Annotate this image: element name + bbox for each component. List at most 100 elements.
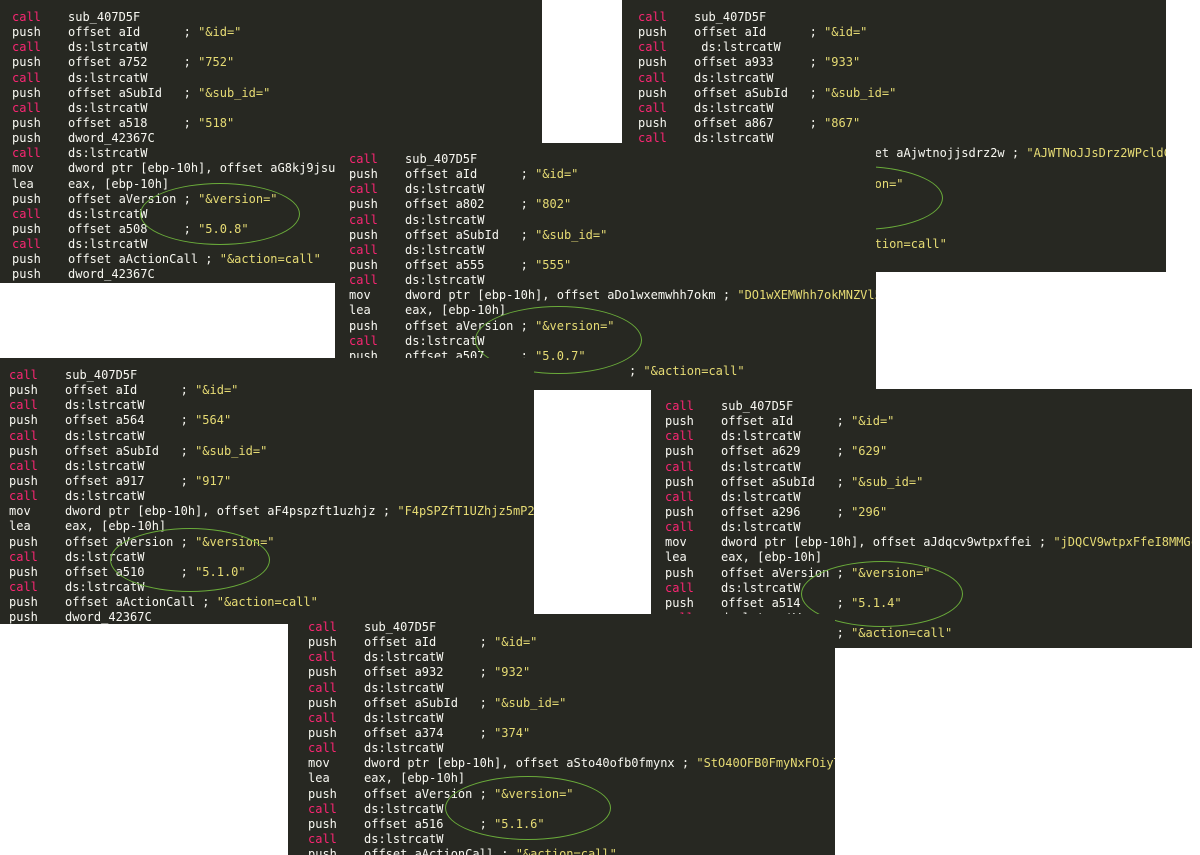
instruction-mnemonic: call [349,242,378,257]
code-line: call ds:lstrcatW [665,490,1192,505]
string-comment: "555" [535,257,572,272]
instruction-mnemonic: call [308,620,337,634]
instruction-mnemonic: push [12,191,41,206]
instruction-operand: offset a514 ; "5.1.4" [721,596,902,611]
code-line: call ds:lstrcatW [349,213,876,228]
string-comment: "&id=" [824,25,868,40]
operand-text: ds:lstrcatW [405,182,485,197]
code-line: lea eax, [ebp-10h] [308,771,835,786]
operand-text: offset a802 ; [405,197,528,212]
disassembly-listing: call sub_407D5F push offset aId ; "&id=" cal… [9,368,534,624]
operand-text: ds:lstrcatW [65,549,145,564]
string-comment: "&version=" [198,191,278,206]
instruction-mnemonic: call [12,237,41,252]
operand-text: offset a629 ; [721,444,844,459]
instruction-operand: ds:lstrcatW [405,273,484,288]
instruction-mnemonic: call [665,459,694,474]
operand-text: eax, [ebp-10h] [364,771,466,786]
operand-text: ds:lstrcatW [721,520,801,535]
instruction-mnemonic: mov [12,161,34,176]
operand-text: offset aSubId ; [364,695,487,710]
code-line: call ds:lstrcatW [665,429,1192,444]
instruction-mnemonic: call [9,368,38,382]
instruction-operand: ds:lstrcatW [364,832,443,847]
code-panel-3: call sub_407D5F push offset aId ; "&id=" cal… [335,143,876,390]
instruction-mnemonic: call [12,70,41,85]
instruction-operand: offset a629 ; "629" [721,444,887,459]
instruction-operand: ds:lstrcatW [364,802,443,817]
operand-text: offset aId ; [364,635,487,650]
code-line: push offset a296 ; "296" [665,505,1192,520]
instruction-operand: ds:lstrcatW [721,429,800,444]
string-comment: "&id=" [195,383,239,398]
instruction-mnemonic: push [638,55,667,70]
code-line: call sub_407D5F [638,10,1166,25]
code-line: call sub_407D5F [9,368,534,383]
operand-text: sub_407D5F [405,152,478,166]
instruction-operand: ds:lstrcatW [68,207,147,222]
instruction-mnemonic: push [12,55,41,70]
code-line: call sub_407D5F [665,399,1192,414]
instruction-operand: dword ptr [ebp-10h], offset aSto40ofb0fm… [364,756,835,771]
instruction-operand: offset aSubId ; "&sub_id=" [405,228,607,243]
operand-text: offset aId ; [68,25,191,40]
operand-text: offset a752 ; [68,55,191,70]
instruction-operand: offset a933 ; "933" [694,55,860,70]
instruction-operand: offset a510 ; "5.1.0" [65,565,246,580]
operand-text: offset aSubId ; [68,85,191,100]
instruction-mnemonic: push [349,227,378,242]
string-comment: "F4pSPZfT1UZhjz5mP27H [397,504,534,519]
operand-text: offset a374 ; [364,725,487,740]
code-line: mov dword ptr [ebp-10h], offset aF4pspzft… [9,504,534,519]
instruction-operand: ds:lstrcatW [68,101,147,116]
instruction-mnemonic: push [308,786,337,801]
instruction-operand: offset a932 ; "932" [364,665,530,680]
string-comment: "564" [195,413,232,428]
instruction-operand: offset aActionCall ; "&action=call" [65,595,318,610]
code-line: call ds:lstrcatW [665,460,1192,475]
code-panel-6: call sub_407D5F push offset aId ; "&id=" cal… [288,614,835,855]
instruction-mnemonic: lea [12,176,34,191]
code-line: call ds:lstrcatW [308,741,835,756]
instruction-mnemonic: mov [665,535,687,550]
code-line: push offset a514 ; "5.1.4" [665,596,1192,611]
instruction-mnemonic: push [308,725,337,740]
code-line: push offset aId ; "&id=" [12,25,542,40]
instruction-mnemonic: push [638,85,667,100]
instruction-operand: ds:lstrcatW [405,243,484,258]
instruction-mnemonic: push [665,504,694,519]
code-line: push offset a629 ; "629" [665,444,1192,459]
instruction-mnemonic: push [308,695,337,710]
operand-text: ds:lstrcatW [68,40,148,55]
instruction-mnemonic: call [308,650,337,665]
string-comment: "&action=call" [515,847,617,855]
disassembly-listing: call sub_407D5F push offset aId ; "&id=" cal… [308,620,835,855]
code-line: call ds:lstrcatW [12,101,542,116]
instruction-mnemonic: call [12,10,41,24]
operand-text: dword ptr [ebp-10h], offset aDo1wxemwhh7… [405,288,731,303]
operand-text: offset aId ; [694,25,817,40]
instruction-operand: offset aSubId ; "&sub_id=" [68,86,270,101]
code-line: call ds:lstrcatW [12,40,542,55]
string-comment: "917" [195,473,232,488]
instruction-operand: offset a296 ; "296" [721,505,887,520]
instruction-mnemonic: push [638,115,667,130]
operand-text: eax, [ebp-10h] [65,519,167,534]
instruction-mnemonic: call [12,100,41,115]
operand-text: offset a510 ; [65,564,188,579]
string-comment: "&action=call" [216,595,318,610]
instruction-mnemonic: call [9,428,38,443]
instruction-operand: ds:lstrcatW [694,101,773,116]
code-line: mov dword ptr [ebp-10h], offset aDo1wxemw… [349,288,876,303]
code-line: call ds:lstrcatW [349,182,876,197]
instruction-operand: ds:lstrcatW [405,213,484,228]
string-comment: "5.0.8" [198,221,249,236]
instruction-mnemonic: push [349,197,378,212]
instruction-mnemonic: push [12,25,41,40]
operand-text: offset a867 ; [694,115,817,130]
code-line: call ds:lstrcatW [349,243,876,258]
code-line: call sub_407D5F [308,620,835,635]
instruction-operand: offset aId ; "&id=" [405,167,578,182]
instruction-mnemonic: lea [308,771,330,786]
instruction-mnemonic: call [665,520,694,535]
